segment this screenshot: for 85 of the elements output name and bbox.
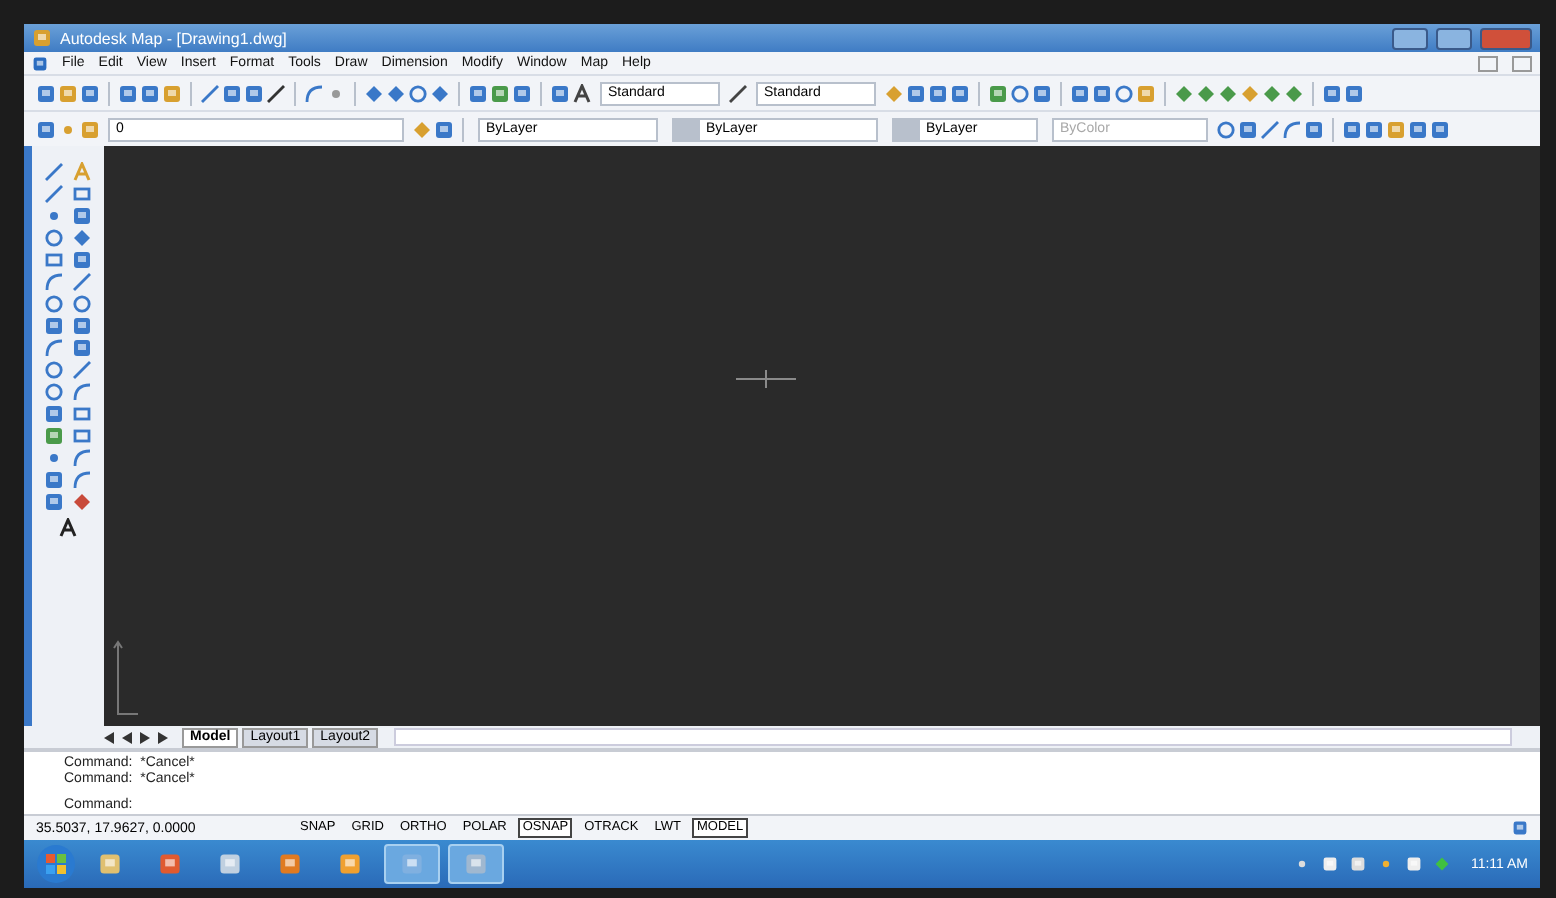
square-icon[interactable] bbox=[434, 119, 454, 139]
diamond-icon[interactable] bbox=[884, 83, 904, 103]
square-icon[interactable] bbox=[44, 492, 64, 512]
square-icon[interactable] bbox=[928, 83, 948, 103]
square-icon[interactable] bbox=[44, 404, 64, 424]
diamond-icon[interactable] bbox=[72, 228, 92, 248]
close-button[interactable] bbox=[1512, 55, 1532, 71]
arc-icon[interactable] bbox=[72, 382, 92, 402]
square-icon[interactable] bbox=[80, 83, 100, 103]
square-icon[interactable] bbox=[1342, 119, 1362, 139]
axis-icon bbox=[112, 638, 140, 718]
square-icon[interactable] bbox=[44, 426, 64, 446]
app-icon[interactable] bbox=[158, 852, 182, 876]
square-icon[interactable] bbox=[1304, 119, 1324, 139]
start-button[interactable] bbox=[36, 844, 76, 884]
square-icon[interactable] bbox=[1430, 119, 1450, 139]
text-style-icon[interactable] bbox=[572, 83, 592, 103]
square-icon[interactable] bbox=[490, 83, 510, 103]
square-icon[interactable] bbox=[162, 83, 182, 103]
square-icon[interactable] bbox=[906, 83, 926, 103]
square-icon[interactable] bbox=[44, 316, 64, 336]
minimize-button[interactable] bbox=[1392, 27, 1428, 49]
circle-icon[interactable] bbox=[44, 382, 64, 402]
letter-tool-icon[interactable] bbox=[72, 162, 92, 182]
square-icon[interactable] bbox=[1136, 83, 1156, 103]
square-icon[interactable] bbox=[72, 316, 92, 336]
square-icon[interactable] bbox=[1092, 83, 1112, 103]
text-tool-icon[interactable] bbox=[58, 518, 78, 538]
square-icon[interactable] bbox=[118, 83, 138, 103]
arc-icon[interactable] bbox=[304, 83, 324, 103]
square-icon[interactable] bbox=[1032, 83, 1052, 103]
square-icon[interactable] bbox=[58, 83, 78, 103]
app-icon[interactable] bbox=[278, 852, 302, 876]
square-icon[interactable] bbox=[1408, 119, 1428, 139]
square-icon[interactable] bbox=[72, 206, 92, 226]
circle-icon[interactable] bbox=[1010, 83, 1030, 103]
circle-icon[interactable] bbox=[1114, 83, 1134, 103]
square-icon[interactable] bbox=[72, 338, 92, 358]
square-icon[interactable] bbox=[1364, 119, 1384, 139]
document-icon[interactable] bbox=[32, 55, 48, 71]
circle-icon[interactable] bbox=[44, 294, 64, 314]
square-icon[interactable] bbox=[950, 83, 970, 103]
square-icon[interactable] bbox=[222, 83, 242, 103]
tray-icon[interactable] bbox=[1512, 820, 1528, 836]
square-icon[interactable] bbox=[36, 119, 56, 139]
restore-button[interactable] bbox=[1478, 55, 1498, 71]
rectangle-icon[interactable] bbox=[44, 250, 64, 270]
square-icon[interactable] bbox=[1322, 83, 1342, 103]
circle-icon[interactable] bbox=[1216, 119, 1236, 139]
close-button[interactable] bbox=[1480, 27, 1532, 49]
square-icon[interactable] bbox=[140, 83, 160, 103]
square-icon[interactable] bbox=[80, 119, 100, 139]
square-icon[interactable] bbox=[72, 250, 92, 270]
crosshair-icon bbox=[736, 370, 796, 388]
square-icon[interactable] bbox=[1344, 83, 1364, 103]
square-icon[interactable] bbox=[1386, 119, 1406, 139]
arc-icon[interactable] bbox=[44, 338, 64, 358]
square-icon[interactable] bbox=[512, 83, 532, 103]
arc-icon[interactable] bbox=[1282, 119, 1302, 139]
circle-icon[interactable] bbox=[44, 228, 64, 248]
square-icon[interactable] bbox=[1238, 119, 1258, 139]
dot-icon[interactable] bbox=[44, 206, 64, 226]
window-title: Autodesk Map - [Drawing1.dwg] bbox=[60, 29, 287, 47]
arc-icon[interactable] bbox=[44, 272, 64, 292]
square-icon[interactable] bbox=[1070, 83, 1090, 103]
circle-icon[interactable] bbox=[408, 83, 428, 103]
square-icon[interactable] bbox=[468, 83, 488, 103]
square-icon[interactable] bbox=[988, 83, 1008, 103]
square-icon[interactable] bbox=[550, 83, 570, 103]
dot-icon[interactable] bbox=[44, 448, 64, 468]
app-icon[interactable] bbox=[32, 28, 52, 48]
app-icon[interactable] bbox=[338, 852, 362, 876]
square-icon[interactable] bbox=[44, 470, 64, 490]
dimension-style-icon[interactable] bbox=[728, 83, 748, 103]
square-icon[interactable] bbox=[36, 83, 56, 103]
app-icon[interactable] bbox=[98, 852, 122, 876]
circle-icon[interactable] bbox=[72, 294, 92, 314]
maximize-button[interactable] bbox=[1436, 27, 1472, 49]
rectangle-icon[interactable] bbox=[72, 184, 92, 204]
circle-icon[interactable] bbox=[44, 360, 64, 380]
app-icon[interactable] bbox=[218, 852, 242, 876]
diamond-icon[interactable] bbox=[72, 492, 92, 512]
line-icon[interactable] bbox=[266, 83, 286, 103]
horizontal-scrollbar[interactable] bbox=[394, 728, 1512, 746]
square-icon[interactable] bbox=[244, 83, 264, 103]
